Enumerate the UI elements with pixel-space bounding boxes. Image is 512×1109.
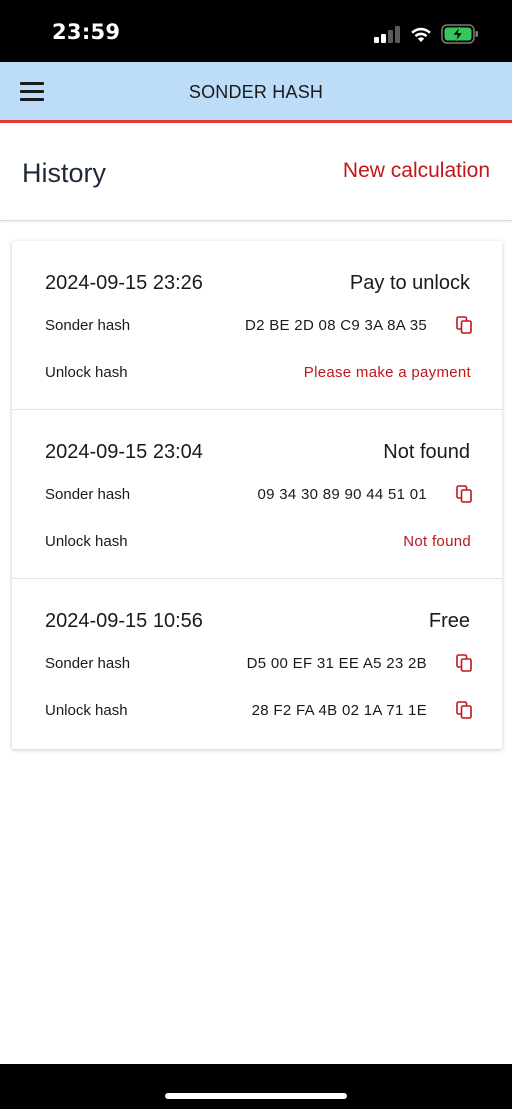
copy-icon[interactable] xyxy=(456,316,472,334)
copy-icon[interactable] xyxy=(456,701,472,719)
app-title: SONDER HASH xyxy=(188,82,324,102)
unlock-hash-row: Unlock hash Please make a payment xyxy=(45,361,472,385)
sonder-hash-label: Sonder hash xyxy=(45,486,131,503)
unlock-hash-value: Please make a payment xyxy=(303,364,471,381)
entry-status: Not found xyxy=(383,441,470,463)
unlock-hash-value: 28 F2 FA 4B 02 1A 71 1E xyxy=(251,702,427,719)
unlock-hash-row: Unlock hash Not found xyxy=(45,530,472,554)
unlock-hash-value: Not found xyxy=(403,533,471,550)
wifi-icon xyxy=(411,27,431,42)
sonder-hash-row: Sonder hash 09 34 30 89 90 44 51 01 xyxy=(45,483,472,507)
app-bar: SONDER HASH xyxy=(0,62,512,123)
history-entry: 2024-09-15 23:04 Not found Sonder hash 0… xyxy=(12,410,502,579)
sonder-hash-value: D2 BE 2D 08 C9 3A 8A 35 xyxy=(244,317,427,334)
sonder-hash-row: Sonder hash D5 00 EF 31 EE A5 23 2B xyxy=(45,652,472,676)
history-entry: 2024-09-15 10:56 Free Sonder hash D5 00 … xyxy=(12,579,502,748)
copy-icon[interactable] xyxy=(456,654,472,672)
entry-date: 2024-09-15 23:26 xyxy=(45,272,203,294)
entry-date: 2024-09-15 10:56 xyxy=(45,610,203,632)
home-indicator-bar xyxy=(0,1064,512,1109)
entry-status: Pay to unlock xyxy=(349,272,470,294)
copy-icon[interactable] xyxy=(456,485,472,503)
status-bar: 23:59 xyxy=(0,0,512,62)
unlock-hash-row: Unlock hash 28 F2 FA 4B 02 1A 71 1E xyxy=(45,699,472,723)
cellular-signal-icon xyxy=(374,26,402,43)
sonder-hash-row: Sonder hash D2 BE 2D 08 C9 3A 8A 35 xyxy=(45,314,472,338)
page-header: History New calculation xyxy=(0,126,512,221)
page-title: History xyxy=(22,158,107,188)
history-entry: 2024-09-15 23:26 Pay to unlock Sonder ha… xyxy=(12,241,502,410)
unlock-hash-label: Unlock hash xyxy=(45,533,128,550)
sonder-hash-label: Sonder hash xyxy=(45,655,131,672)
unlock-hash-label: Unlock hash xyxy=(45,364,128,381)
entry-status: Free xyxy=(428,610,470,632)
battery-charging-icon xyxy=(441,24,478,44)
sonder-hash-value: 09 34 30 89 90 44 51 01 xyxy=(257,486,427,503)
status-time: 23:59 xyxy=(52,20,121,44)
home-indicator[interactable] xyxy=(165,1093,347,1099)
new-calculation-link[interactable]: New calculation xyxy=(343,159,490,183)
entry-date: 2024-09-15 23:04 xyxy=(45,441,203,463)
unlock-hash-label: Unlock hash xyxy=(45,702,128,719)
history-list: 2024-09-15 23:26 Pay to unlock Sonder ha… xyxy=(12,241,502,749)
sonder-hash-label: Sonder hash xyxy=(45,317,131,334)
sonder-hash-value: D5 00 EF 31 EE A5 23 2B xyxy=(246,655,427,672)
